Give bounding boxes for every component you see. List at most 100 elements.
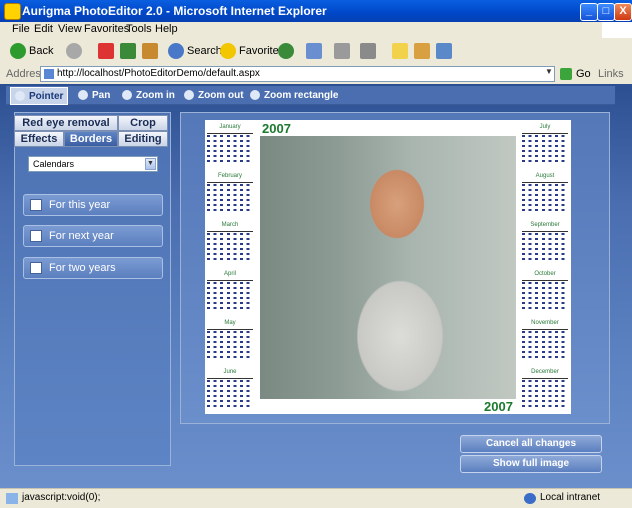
month-name: October bbox=[534, 271, 556, 277]
window-title-bar: Aurigma PhotoEditor 2.0 - Microsoft Inte… bbox=[0, 0, 632, 22]
checkbox[interactable] bbox=[30, 199, 42, 211]
cancel-all-changes-button[interactable]: Cancel all changes bbox=[460, 435, 602, 453]
favorites-button[interactable]: Favorites bbox=[220, 41, 284, 61]
search-button[interactable]: Search bbox=[168, 41, 222, 61]
tab-crop[interactable]: Crop bbox=[118, 115, 168, 131]
frame-select-value: Calendars bbox=[33, 159, 75, 169]
menu-tools[interactable]: Tools bbox=[126, 23, 152, 35]
checkbox[interactable] bbox=[30, 262, 42, 274]
editor-toolbar: Pointer Pan Zoom in Zoom out Zoom rectan… bbox=[6, 86, 615, 105]
search-icon bbox=[168, 43, 184, 59]
chevron-down-icon: ▼ bbox=[145, 158, 156, 170]
frame-select[interactable]: Calendars ▼ bbox=[28, 156, 158, 172]
close-button[interactable]: X bbox=[614, 3, 632, 21]
tab-red-eye-removal[interactable]: Red eye removal bbox=[14, 115, 118, 131]
history-icon bbox=[278, 43, 294, 59]
month-divider bbox=[207, 329, 253, 330]
zoom-out-icon bbox=[184, 90, 194, 100]
menu-view[interactable]: View bbox=[58, 23, 82, 35]
edit-button[interactable] bbox=[360, 41, 379, 61]
refresh-button[interactable] bbox=[120, 41, 139, 61]
tool-pan-label: Pan bbox=[92, 89, 111, 101]
show-full-image-button[interactable]: Show full image bbox=[460, 455, 602, 473]
window-title: Aurigma PhotoEditor 2.0 - Microsoft Inte… bbox=[22, 4, 327, 18]
menu-bar: File Edit View Favorites Tools Help bbox=[0, 22, 632, 39]
hand-icon bbox=[78, 90, 88, 100]
checkbox[interactable] bbox=[30, 230, 42, 242]
photo-image[interactable] bbox=[260, 136, 516, 399]
month-divider bbox=[522, 182, 568, 183]
home-button[interactable] bbox=[142, 41, 161, 61]
stop-button[interactable] bbox=[98, 41, 117, 61]
print-icon bbox=[334, 43, 350, 59]
tool-pan[interactable]: Pan bbox=[74, 87, 114, 103]
tool-zoom-rectangle[interactable]: Zoom rectangle bbox=[246, 87, 342, 103]
zoom-in-icon bbox=[122, 90, 132, 100]
option-label: For two years bbox=[49, 262, 116, 274]
tool-zoom-in[interactable]: Zoom in bbox=[118, 87, 179, 103]
status-bar: javascript:void(0); Local intranet bbox=[0, 488, 632, 508]
month-divider bbox=[207, 378, 253, 379]
browser-toolbar: Back Search Favorites bbox=[0, 38, 632, 65]
tool-zoom-out[interactable]: Zoom out bbox=[180, 87, 248, 103]
maximize-button[interactable]: □ bbox=[597, 3, 615, 21]
address-bar: Address http://localhost/PhotoEditorDemo… bbox=[0, 64, 632, 85]
zone-text: Local intranet bbox=[540, 492, 601, 503]
tool-zoom-in-label: Zoom in bbox=[136, 89, 175, 101]
stop-icon bbox=[98, 43, 114, 59]
go-button[interactable]: Go bbox=[560, 66, 594, 82]
month-divider bbox=[522, 133, 568, 134]
messenger-button[interactable] bbox=[436, 41, 455, 61]
month-name: March bbox=[221, 222, 239, 228]
folder-button[interactable] bbox=[392, 41, 411, 61]
address-input[interactable]: http://localhost/PhotoEditorDemo/default… bbox=[40, 66, 555, 82]
month-divider bbox=[522, 329, 568, 330]
tab-borders[interactable]: Borders bbox=[64, 131, 118, 147]
tab-effects[interactable]: Effects bbox=[14, 131, 64, 147]
month-day-grid bbox=[207, 233, 253, 263]
option-for-next-year[interactable]: For next year bbox=[23, 225, 163, 247]
page-status-icon bbox=[6, 493, 18, 504]
forward-arrow-icon bbox=[66, 43, 82, 59]
mail-button[interactable] bbox=[306, 41, 325, 61]
favorites-star-icon bbox=[220, 43, 236, 59]
month-name: April bbox=[223, 271, 236, 277]
month-divider bbox=[522, 378, 568, 379]
month-day-grid bbox=[207, 380, 253, 410]
month-day-grid bbox=[522, 380, 568, 410]
menu-file[interactable]: File bbox=[12, 23, 30, 35]
status-text: javascript:void(0); bbox=[22, 492, 101, 503]
links-label[interactable]: Links bbox=[598, 68, 624, 80]
option-label: For this year bbox=[49, 199, 111, 211]
tool-zoom-rectangle-label: Zoom rectangle bbox=[264, 89, 339, 101]
research-button[interactable] bbox=[414, 41, 433, 61]
tool-zoom-out-label: Zoom out bbox=[198, 89, 244, 101]
history-button[interactable] bbox=[278, 41, 297, 61]
forward-button[interactable] bbox=[66, 41, 85, 61]
month-divider bbox=[522, 280, 568, 281]
menu-edit[interactable]: Edit bbox=[34, 23, 53, 35]
menu-help[interactable]: Help bbox=[155, 23, 178, 35]
menu-favorites[interactable]: Favorites bbox=[84, 23, 129, 35]
refresh-icon bbox=[120, 43, 136, 59]
month-day-grid bbox=[522, 184, 568, 214]
address-dropdown-icon[interactable]: ▼ bbox=[544, 67, 554, 79]
intranet-zone-icon bbox=[524, 493, 536, 504]
month-divider bbox=[207, 182, 253, 183]
back-button[interactable]: Back bbox=[10, 41, 53, 61]
month-day-grid bbox=[522, 331, 568, 361]
go-label: Go bbox=[576, 68, 591, 80]
option-label: For next year bbox=[49, 230, 114, 242]
month-day-grid bbox=[522, 282, 568, 312]
option-for-two-years[interactable]: For two years bbox=[23, 257, 163, 279]
minimize-button[interactable]: _ bbox=[580, 3, 598, 21]
page-icon bbox=[44, 69, 54, 79]
calendar-year-bottom: 2007 bbox=[484, 399, 513, 414]
print-button[interactable] bbox=[334, 41, 353, 61]
month-day-grid bbox=[207, 184, 253, 214]
tab-editing[interactable]: Editing bbox=[118, 131, 168, 147]
tool-pointer[interactable]: Pointer bbox=[10, 87, 69, 105]
month-day-grid bbox=[207, 135, 253, 165]
month-name: January bbox=[219, 124, 241, 130]
option-for-this-year[interactable]: For this year bbox=[23, 194, 163, 216]
